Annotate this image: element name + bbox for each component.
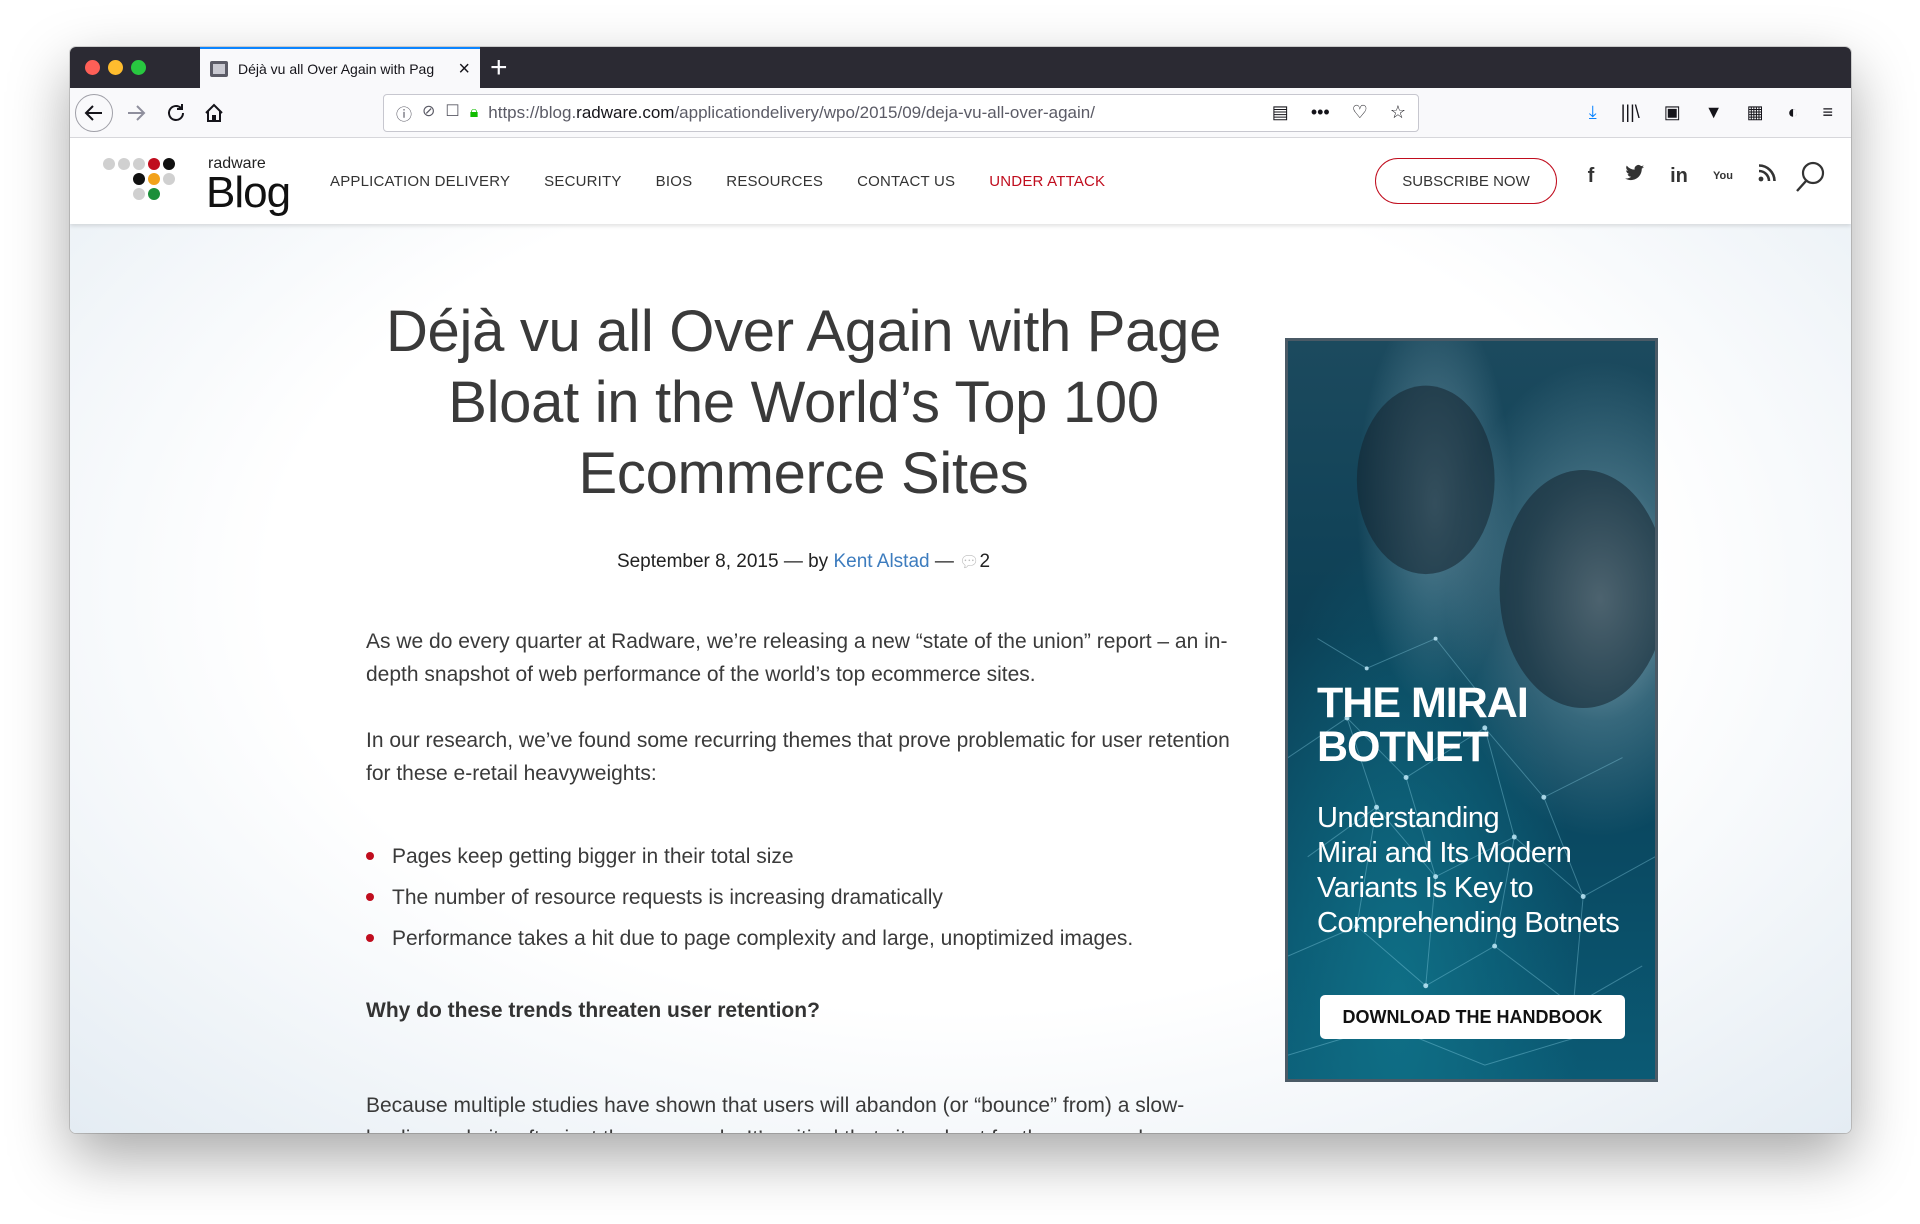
list-item: Performance takes a hit due to page comp…: [366, 918, 1241, 959]
youtube-icon[interactable]: You: [1712, 170, 1734, 182]
pocket-icon[interactable]: ♡: [1352, 102, 1368, 123]
page-actions-icon[interactable]: •••: [1311, 102, 1330, 123]
logo-dot: [163, 158, 175, 170]
minimize-window-button[interactable]: [108, 60, 123, 75]
logo-dot: [148, 173, 160, 185]
ad-headline-line: THE MIRAI: [1317, 679, 1529, 727]
mirai-botnet-ad[interactable]: THE MIRAI BOTNET Understanding Mirai and…: [1285, 338, 1658, 1082]
list-item: Pages keep getting bigger in their total…: [366, 836, 1241, 877]
tab-strip: Déjà vu all Over Again with Pag × +: [70, 47, 1851, 88]
browser-toolbar: ⓘ ⊘ ☐ 🔒︎ https://blog.radware.com/applic…: [70, 88, 1851, 138]
web-page: radware Blog APPLICATION DELIVERY SECURI…: [70, 138, 1851, 1133]
social-links: f in You: [1580, 164, 1778, 188]
url-text[interactable]: https://blog.radware.com/applicationdeli…: [488, 103, 1095, 123]
reload-icon: [168, 104, 184, 121]
tab-title: Déjà vu all Over Again with Pag: [238, 60, 435, 77]
nav-resources[interactable]: RESOURCES: [726, 173, 823, 190]
logo-dot: [148, 188, 160, 200]
logo-dot: [103, 158, 115, 170]
new-tab-button[interactable]: +: [490, 51, 508, 85]
logo-dot: [118, 158, 130, 170]
paragraph-research: In our research, we’ve found some recurr…: [366, 729, 1230, 785]
logo-dot: [133, 158, 145, 170]
ad-headline-line: BOTNET: [1317, 723, 1489, 771]
logo-dot: [148, 158, 160, 170]
list-item: The number of resource requests is incre…: [366, 877, 1241, 918]
subscribe-button[interactable]: SUBSCRIBE NOW: [1375, 158, 1557, 204]
findings-list: Pages keep getting bigger in their total…: [366, 836, 1241, 959]
logo-dot: [133, 173, 145, 185]
url-bar[interactable]: ⓘ ⊘ ☐ 🔒︎ https://blog.radware.com/applic…: [383, 94, 1419, 132]
comment-count[interactable]: 2: [979, 551, 990, 572]
reader-view-icon[interactable]: ▤: [1272, 102, 1289, 123]
bookmark-star-icon[interactable]: ☆: [1390, 102, 1406, 123]
zoom-window-button[interactable]: [131, 60, 146, 75]
nav-under-attack[interactable]: UNDER ATTACK: [989, 173, 1105, 190]
article-date: September 8, 2015: [616, 551, 779, 572]
logo-dot: [133, 188, 145, 200]
home-button[interactable]: [196, 95, 232, 131]
url-path: /applicationdelivery/wpo/2015/09/deja-vu…: [674, 103, 1095, 122]
logo-wordmark: Blog: [206, 168, 291, 217]
author-link[interactable]: Kent Alstad: [833, 551, 929, 572]
site-info-icons[interactable]: ⓘ ⊘ ☐: [396, 101, 460, 125]
comment-icon[interactable]: 💬︎: [959, 554, 979, 571]
forward-arrow-icon: [128, 105, 146, 121]
blog-article: Déjà vu all Over Again with Page Bloat i…: [366, 296, 1241, 1133]
section-subheading: Why do these trends threaten user retent…: [366, 999, 820, 1022]
ad-sub-line: Comprehending Botnets: [1317, 907, 1620, 939]
url-domain: radware.com: [576, 103, 675, 122]
byline-separator: — by: [778, 551, 834, 572]
home-icon: [205, 103, 223, 122]
ad-sub-line: Variants Is Key to: [1317, 872, 1534, 904]
favicon-icon: [210, 60, 228, 77]
download-icon[interactable]: ⤓: [1589, 102, 1597, 123]
privacy-extension-icon[interactable]: ◐: [1788, 102, 1799, 123]
article-meta: September 8, 2015 — by Kent Alstad — 💬︎2: [366, 551, 1241, 573]
toolbar-right: ⤓ |||\ ▣ ▼ ▦ ◐ ≡: [1589, 102, 1833, 123]
facebook-icon[interactable]: f: [1580, 165, 1602, 188]
info-icon[interactable]: ⓘ: [396, 101, 412, 125]
tab-close-icon[interactable]: ×: [458, 59, 470, 79]
browser-tab[interactable]: Déjà vu all Over Again with Pag ×: [200, 47, 480, 88]
download-handbook-button[interactable]: DOWNLOAD THE HANDBOOK: [1320, 995, 1625, 1039]
nav-bios[interactable]: BIOS: [656, 173, 693, 190]
logo-dot: [163, 173, 175, 185]
twitter-icon[interactable]: [1624, 164, 1646, 188]
search-icon[interactable]: [1794, 160, 1826, 196]
nav-application-delivery[interactable]: APPLICATION DELIVERY: [330, 173, 510, 190]
ad-sub-line: Mirai and Its Modern: [1317, 837, 1572, 869]
rss-icon[interactable]: [1756, 164, 1778, 188]
extensions-icon[interactable]: ▦: [1747, 102, 1764, 123]
tracking-protection-icon[interactable]: ⊘: [422, 101, 435, 125]
ad-subheadline: Understanding Mirai and Its Modern Varia…: [1317, 801, 1620, 941]
forward-button[interactable]: [118, 95, 154, 131]
url-prefix: https://blog.: [488, 103, 577, 122]
nav-contact-us[interactable]: CONTACT US: [857, 173, 955, 190]
ad-headline: THE MIRAI BOTNET: [1317, 679, 1529, 771]
permissions-icon[interactable]: ☐: [445, 101, 459, 125]
url-actions: ▤ ••• ♡ ☆: [1272, 102, 1406, 123]
back-arrow-icon: [84, 105, 102, 121]
back-button[interactable]: [75, 94, 113, 132]
vue-devtools-icon[interactable]: ▼: [1705, 102, 1723, 123]
main-nav: APPLICATION DELIVERY SECURITY BIOS RESOU…: [330, 138, 1105, 224]
close-window-button[interactable]: [85, 60, 100, 75]
nav-security[interactable]: SECURITY: [544, 173, 621, 190]
article-title: Déjà vu all Over Again with Page Bloat i…: [385, 299, 1222, 506]
lock-icon[interactable]: 🔒︎: [470, 104, 479, 122]
paragraph-intro: As we do every quarter at Radware, we’re…: [366, 630, 1228, 686]
browser-window: Déjà vu all Over Again with Pag × + ⓘ ⊘ …: [70, 47, 1851, 1133]
linkedin-icon[interactable]: in: [1668, 165, 1690, 188]
paragraph-bounce: Because multiple studies have shown that…: [366, 1094, 1185, 1133]
sidebar-icon[interactable]: ▣: [1664, 102, 1681, 123]
meta-dash: —: [929, 551, 960, 572]
menu-icon[interactable]: ≡: [1822, 102, 1833, 123]
ad-sub-line: Understanding: [1317, 802, 1500, 834]
reload-button[interactable]: [158, 95, 194, 131]
radware-blog-logo[interactable]: radware Blog: [103, 150, 291, 217]
site-header: radware Blog APPLICATION DELIVERY SECURI…: [70, 138, 1851, 224]
library-icon[interactable]: |||\: [1621, 102, 1640, 123]
